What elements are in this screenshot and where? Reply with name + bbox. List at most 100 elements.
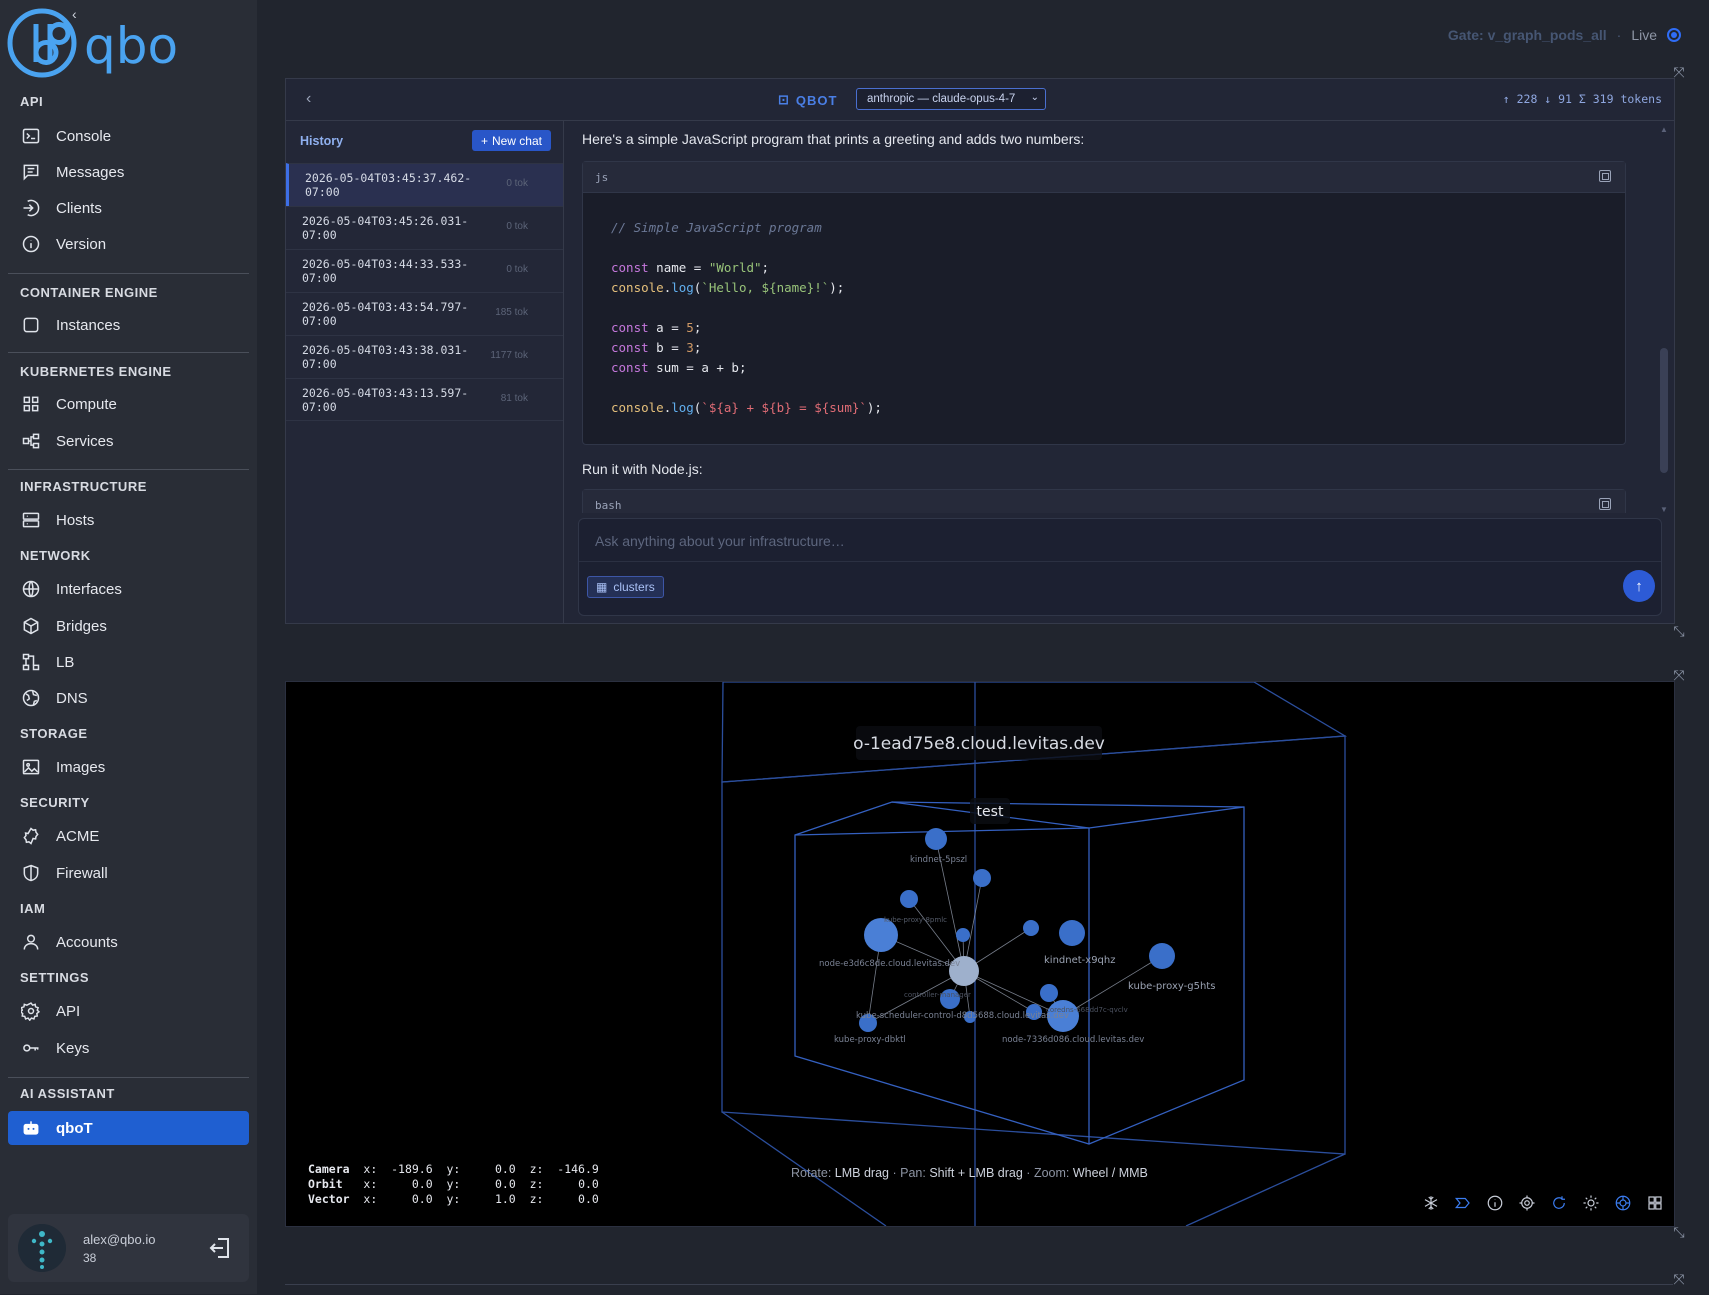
refresh-icon[interactable] bbox=[1550, 1194, 1568, 1212]
info-icon[interactable] bbox=[1486, 1194, 1504, 1212]
scroll-up-icon[interactable]: ▲ bbox=[1660, 125, 1668, 134]
hint-label: Pan: bbox=[900, 1166, 926, 1180]
node-label: kube-scheduler-control-d8d5688.cloud.lev… bbox=[856, 1011, 1069, 1021]
resize-icon[interactable]: ⤡ bbox=[1672, 624, 1686, 638]
section-title-security: SECURITY bbox=[20, 795, 90, 810]
login-icon bbox=[20, 197, 42, 219]
sidebar-item-accounts[interactable]: Accounts bbox=[8, 925, 249, 959]
sidebar-item-clients[interactable]: Clients bbox=[8, 191, 249, 225]
graph-node[interactable] bbox=[1149, 943, 1175, 969]
hud-value: 1.0 bbox=[494, 1192, 516, 1206]
sidebar-item-dns[interactable]: DNS bbox=[8, 681, 249, 715]
sidebar-item-console[interactable]: Console bbox=[8, 119, 249, 153]
resize-icon[interactable]: ⤡ bbox=[1672, 1225, 1686, 1239]
sidebar-item-lb[interactable]: LB bbox=[8, 645, 249, 679]
code-header: js bbox=[583, 162, 1625, 193]
sidebar-item-label: qboT bbox=[56, 1119, 93, 1137]
graph-node[interactable] bbox=[956, 928, 970, 942]
graph-node[interactable] bbox=[1059, 920, 1085, 946]
table-icon: ▦ bbox=[596, 580, 608, 594]
namespace-box bbox=[794, 801, 1245, 1145]
sun-icon[interactable] bbox=[1582, 1194, 1600, 1212]
tag-icon[interactable] bbox=[1454, 1194, 1472, 1212]
code-number: 3 bbox=[686, 340, 694, 355]
crosshair-icon[interactable] bbox=[1614, 1194, 1632, 1212]
graph-panel[interactable]: kindnet-5pszl kube-proxy-8pmlc node-e3d6… bbox=[285, 681, 1675, 1227]
copy-icon[interactable] bbox=[1599, 170, 1611, 182]
context-chip-label: clusters bbox=[613, 580, 655, 594]
history-item[interactable]: 2026-05-04T03:44:33.533-07:00 0 tok bbox=[286, 249, 563, 292]
graph-node[interactable] bbox=[1040, 984, 1058, 1002]
chat-messages[interactable]: Here's a simple JavaScript program that … bbox=[564, 121, 1672, 513]
back-icon[interactable]: ‹ bbox=[306, 90, 311, 108]
history-item[interactable]: 2026-05-04T03:43:38.031-07:00 1177 tok bbox=[286, 335, 563, 378]
sidebar-item-hosts[interactable]: Hosts bbox=[8, 503, 249, 537]
chat-input[interactable] bbox=[593, 529, 1647, 553]
model-select-value: anthropic — claude-opus-4-7 bbox=[867, 93, 1016, 105]
qbo-logo[interactable]: qbo bbox=[6, 6, 206, 81]
context-chip[interactable]: ▦ clusters bbox=[587, 576, 664, 598]
history-item[interactable]: 2026-05-04T03:43:13.597-07:00 81 tok bbox=[286, 378, 563, 421]
section-title-iam: IAM bbox=[20, 901, 46, 916]
hint-value: Shift + LMB drag bbox=[929, 1166, 1023, 1180]
graph-canvas[interactable]: kindnet-5pszl kube-proxy-8pmlc node-e3d6… bbox=[286, 682, 1674, 1226]
history-item[interactable]: 2026-05-04T03:45:37.462-07:00 0 tok bbox=[286, 163, 563, 206]
sidebar-item-acme[interactable]: ACME bbox=[8, 819, 249, 853]
sidebar-item-compute[interactable]: Compute bbox=[8, 387, 249, 421]
target-icon[interactable] bbox=[1518, 1194, 1536, 1212]
sidebar-item-images[interactable]: Images bbox=[8, 750, 249, 784]
avatar[interactable] bbox=[18, 1224, 66, 1272]
sidebar-item-messages[interactable]: Messages bbox=[8, 155, 249, 189]
scroll-down-icon[interactable]: ▼ bbox=[1660, 505, 1668, 513]
sidebar-item-services[interactable]: Services bbox=[8, 424, 249, 458]
scroll-thumb[interactable] bbox=[1660, 348, 1668, 473]
hud-value: 0.0 bbox=[494, 1177, 516, 1191]
hud-value: 0.0 bbox=[494, 1162, 516, 1176]
graph-nodes[interactable] bbox=[859, 828, 1175, 1032]
divider bbox=[579, 561, 1661, 562]
snowflake-icon[interactable] bbox=[1422, 1194, 1440, 1212]
graph-node[interactable] bbox=[900, 890, 918, 908]
sidebar-item-qbot[interactable]: qboT bbox=[8, 1111, 249, 1145]
fullscreen-icon[interactable]: ⤧ bbox=[1672, 668, 1686, 682]
code-var: sum bbox=[656, 360, 679, 375]
graph-node[interactable] bbox=[925, 828, 947, 850]
send-button[interactable]: ↑ bbox=[1623, 570, 1655, 602]
section-title-infrastructure: INFRASTRUCTURE bbox=[20, 479, 147, 494]
sidebar-collapse-icon[interactable]: ‹ bbox=[72, 6, 77, 22]
new-chat-label: New chat bbox=[491, 133, 542, 148]
cube-icon bbox=[20, 615, 42, 637]
history-item[interactable]: 2026-05-04T03:43:54.797-07:00 185 tok bbox=[286, 292, 563, 335]
assistant-message: Here's a simple JavaScript program that … bbox=[582, 131, 1085, 147]
copy-icon[interactable] bbox=[1599, 498, 1611, 510]
logout-icon[interactable] bbox=[207, 1234, 235, 1262]
live-indicator-icon[interactable] bbox=[1667, 28, 1681, 42]
grid-icon[interactable] bbox=[1646, 1194, 1664, 1212]
code-comment: // Simple JavaScript program bbox=[611, 220, 822, 235]
sidebar-item-interfaces[interactable]: Interfaces bbox=[8, 572, 249, 606]
shield-icon bbox=[20, 862, 42, 884]
sidebar-item-api[interactable]: API bbox=[8, 994, 249, 1028]
section-title-network: NETWORK bbox=[20, 548, 91, 563]
model-select[interactable]: anthropic — claude-opus-4-7 ⌄ bbox=[856, 88, 1046, 110]
history-time: 2026-05-04T03:45:26.031-07:00 bbox=[302, 214, 469, 242]
fullscreen-icon[interactable]: ⤧ bbox=[1672, 65, 1686, 79]
sidebar-item-label: Instances bbox=[56, 316, 121, 334]
new-chat-button[interactable]: + New chat bbox=[471, 130, 551, 151]
fullscreen-icon[interactable]: ⤧ bbox=[1672, 1272, 1686, 1286]
hud-value: 0.0 bbox=[411, 1192, 433, 1206]
sidebar-item-keys[interactable]: Keys bbox=[8, 1031, 249, 1065]
code-object: console bbox=[611, 400, 664, 415]
scrollbar[interactable]: ▲ ▼ bbox=[1660, 125, 1668, 513]
sidebar-item-instances[interactable]: Instances bbox=[8, 308, 249, 342]
sidebar-item-label: Bridges bbox=[56, 617, 107, 635]
graph-node[interactable] bbox=[973, 869, 991, 887]
graph-node[interactable] bbox=[1023, 920, 1039, 936]
info-icon bbox=[20, 233, 42, 255]
sidebar-item-label: DNS bbox=[56, 689, 88, 707]
sidebar-item-firewall[interactable]: Firewall bbox=[8, 856, 249, 890]
history-item[interactable]: 2026-05-04T03:45:26.031-07:00 0 tok bbox=[286, 206, 563, 249]
sidebar-item-bridges[interactable]: Bridges bbox=[8, 609, 249, 643]
separator: · bbox=[892, 1166, 897, 1180]
sidebar-item-version[interactable]: Version bbox=[8, 227, 249, 261]
